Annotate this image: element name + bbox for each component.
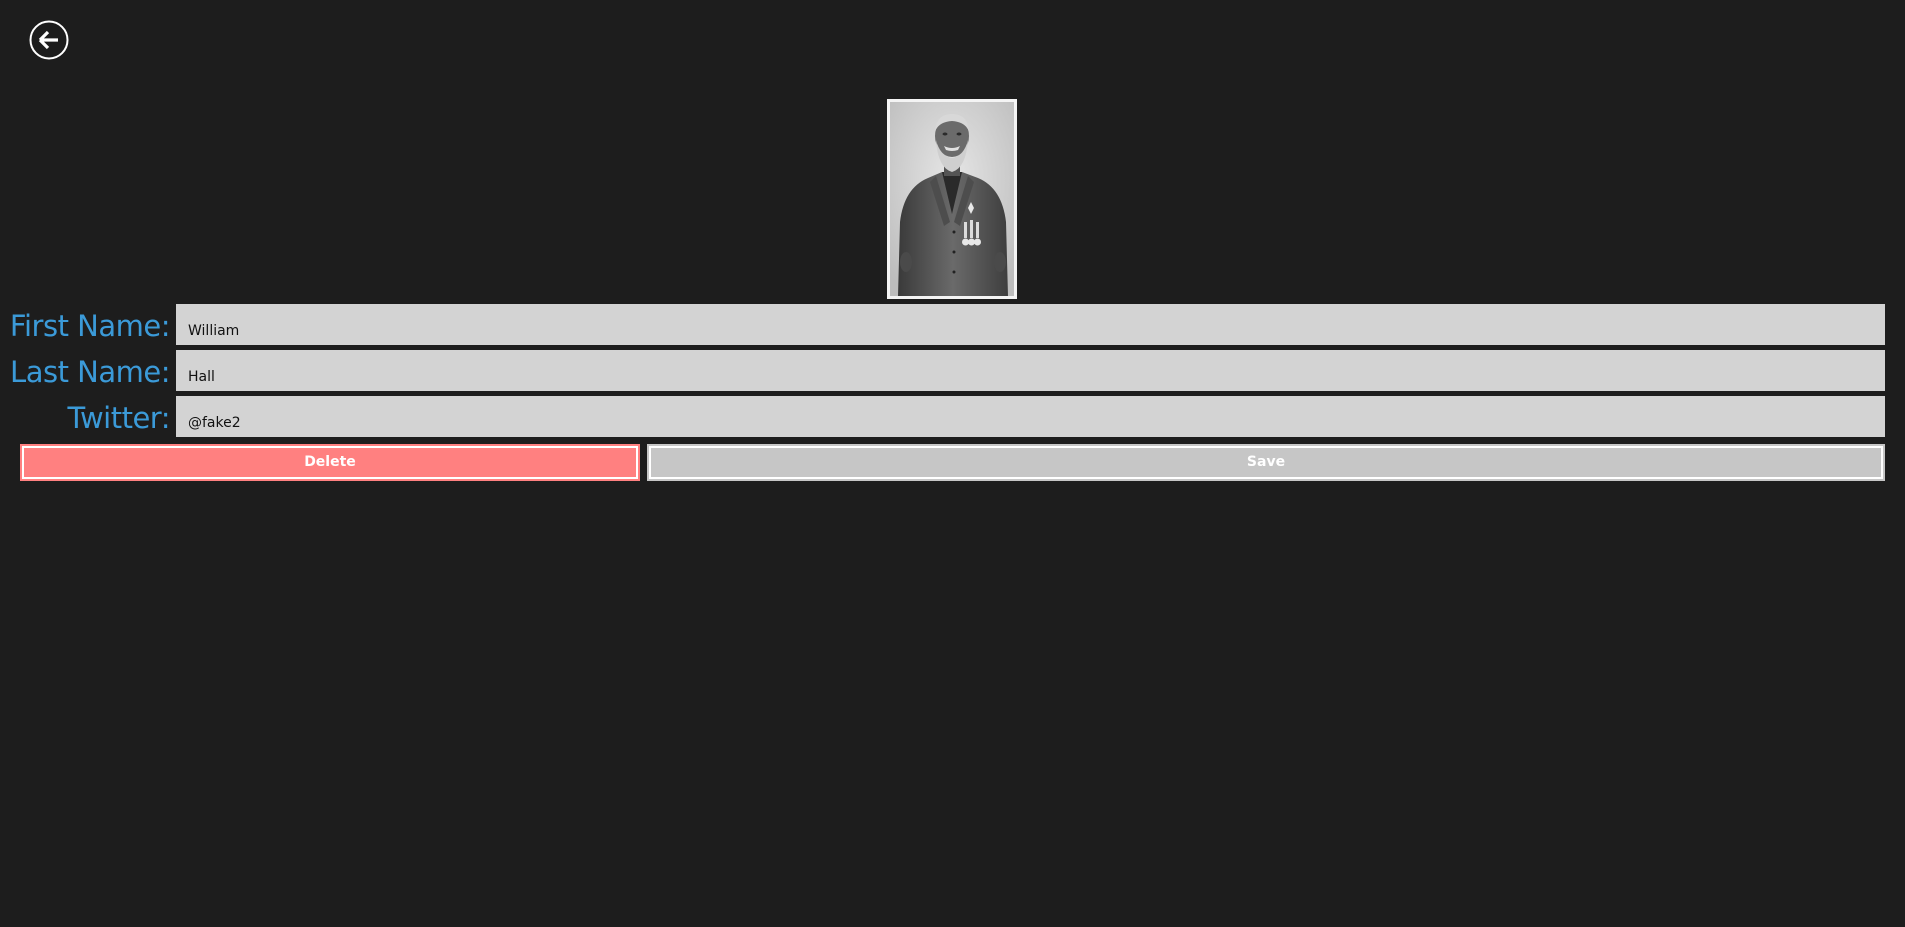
- first-name-value: William: [188, 323, 240, 339]
- last-name-input[interactable]: Hall: [176, 350, 1885, 391]
- person-photo-icon: [890, 102, 1014, 296]
- last-name-value: Hall: [188, 369, 215, 385]
- twitter-input[interactable]: @fake2: [176, 396, 1885, 437]
- delete-button[interactable]: Delete: [20, 444, 640, 481]
- arrow-left-circle-icon: [29, 20, 69, 60]
- back-button[interactable]: [29, 20, 69, 60]
- twitter-value: @fake2: [188, 415, 241, 431]
- first-name-input[interactable]: William: [176, 304, 1885, 345]
- profile-photo: [887, 99, 1017, 299]
- first-name-row: First Name: William: [0, 304, 1905, 345]
- twitter-label: Twitter:: [67, 401, 171, 435]
- last-name-row: Last Name: Hall: [0, 350, 1905, 391]
- twitter-row: Twitter: @fake2: [0, 396, 1905, 437]
- save-button[interactable]: Save: [647, 444, 1885, 481]
- last-name-label: Last Name:: [10, 355, 170, 389]
- first-name-label: First Name:: [9, 309, 171, 343]
